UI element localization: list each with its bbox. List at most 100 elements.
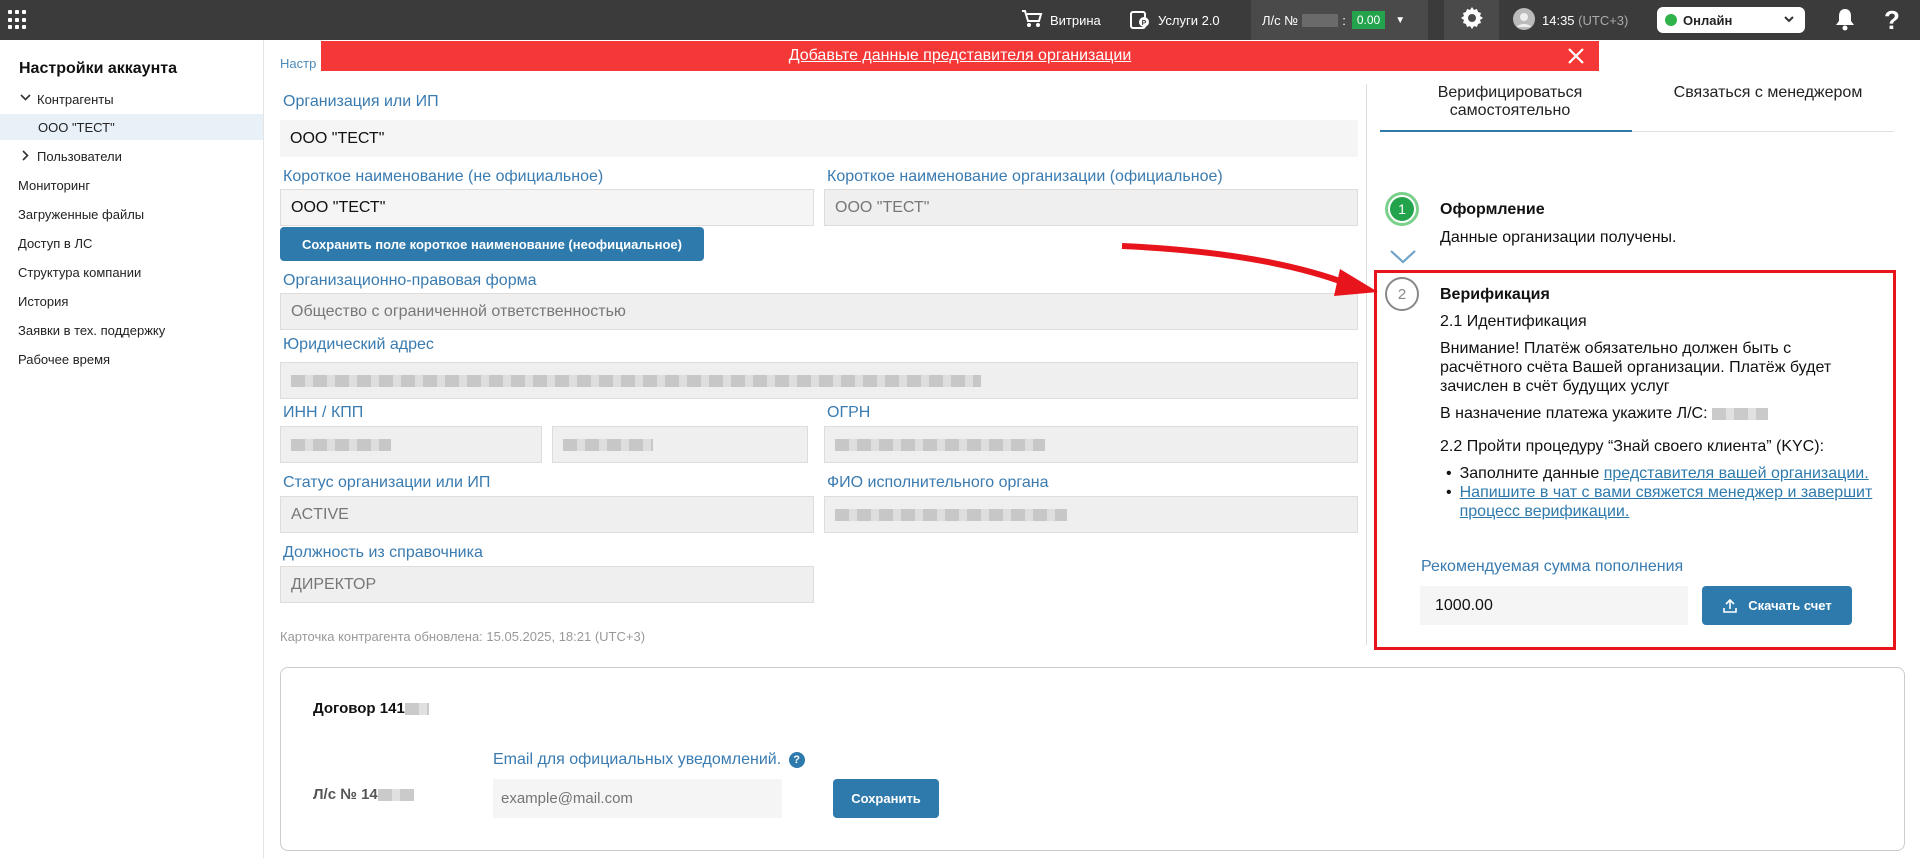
payment-purpose-text: В назначение платежа укажите Л/С: xyxy=(1440,405,1708,422)
active-tab-indicator xyxy=(1380,130,1632,132)
upload-icon xyxy=(1723,598,1738,613)
save-short-name-button[interactable]: Сохранить поле короткое наименование (не… xyxy=(280,227,704,261)
sidebar-item-worktime[interactable]: Рабочее время xyxy=(0,346,263,372)
help-icon: ? xyxy=(1884,4,1900,35)
sidebar-item-label: Рабочее время xyxy=(18,351,111,367)
contract-title-text: Договор 141 xyxy=(313,700,405,717)
breadcrumb[interactable]: Настр xyxy=(280,56,316,71)
invoice-button-label: Скачать счет xyxy=(1748,598,1832,613)
sidebar-item-files[interactable]: Загруженные файлы xyxy=(0,201,263,227)
amount-input[interactable]: 1000.00 xyxy=(1420,586,1688,625)
arrow-annotation-icon xyxy=(1121,243,1378,296)
email-label: Email для официальных уведомлений. ? xyxy=(493,751,805,769)
bell-icon xyxy=(1834,7,1856,34)
sidebar-item-structure[interactable]: Структура компании xyxy=(0,259,263,285)
tab-self-verify[interactable]: Верифицироваться самостоятельно xyxy=(1420,84,1600,120)
bullet-icon: • xyxy=(1446,465,1452,482)
step2-identification: 2.1 Идентификация xyxy=(1440,313,1587,330)
email-label-text: Email для официальных уведомлений. xyxy=(493,751,782,768)
position-value: ДИРЕКТОР xyxy=(291,575,377,593)
help-circle-icon[interactable]: ? xyxy=(788,751,805,768)
step1-circle: 1 xyxy=(1385,192,1419,226)
org-label: Организация или ИП xyxy=(283,93,439,110)
balance-badge: 0.00 xyxy=(1351,11,1386,29)
list-item: • Заполните данные представителя вашей о… xyxy=(1446,464,1876,483)
chat-manager-link[interactable]: Напишите в чат с вами свяжется менеджер … xyxy=(1460,483,1876,521)
user-clock[interactable]: 14:35 (UTC+3) xyxy=(1513,0,1628,40)
address-label: Юридический адрес xyxy=(283,336,434,353)
account-selector[interactable]: Л/с № : 0.00 ▼ xyxy=(1251,0,1428,40)
download-invoice-button[interactable]: Скачать счет xyxy=(1702,586,1852,625)
sidebar-item-users[interactable]: Пользователи xyxy=(0,143,263,169)
chevron-down-icon xyxy=(1783,13,1795,28)
sidebar-item-monitoring[interactable]: Мониторинг xyxy=(0,172,263,198)
short-name-label: Короткое наименование (не официальное) xyxy=(283,168,604,185)
clock-timezone: (UTC+3) xyxy=(1578,12,1629,28)
tab-contact-manager[interactable]: Связаться с менеджером xyxy=(1652,84,1884,102)
tabs-divider xyxy=(1632,131,1894,132)
position-field: ДИРЕКТОР xyxy=(280,566,814,603)
step2-title: Верификация xyxy=(1440,286,1550,303)
gear-icon xyxy=(1460,6,1484,35)
help-button[interactable]: ? xyxy=(1884,0,1900,40)
legal-form-value: Общество с ограниченной ответственностью xyxy=(291,302,626,320)
sidebar-item-access[interactable]: Доступ в ЛС xyxy=(0,230,263,256)
legal-form-label: Организационно-правовая форма xyxy=(283,272,537,289)
address-masked xyxy=(291,374,981,387)
notifications-button[interactable] xyxy=(1834,0,1856,40)
apps-grid-icon[interactable] xyxy=(8,10,28,30)
clock-time: 14:35 xyxy=(1542,12,1575,28)
ogrn-field xyxy=(824,426,1358,463)
short-name-value: ООО "ТЕСТ" xyxy=(291,198,386,216)
kyc-bullets: • Заполните данные представителя вашей о… xyxy=(1446,464,1876,521)
svg-text:P: P xyxy=(1142,20,1147,27)
head-label: ФИО исполнительного органа xyxy=(827,474,1049,491)
account-colon: : xyxy=(1342,12,1346,28)
services-label: Услуги 2.0 xyxy=(1158,12,1220,28)
address-field xyxy=(280,362,1358,399)
org-field: ООО "ТЕСТ" xyxy=(280,120,1358,157)
divider xyxy=(1366,84,1367,645)
sidebar-item-support[interactable]: Заявки в тех. поддержку xyxy=(0,317,263,343)
settings-button[interactable] xyxy=(1444,0,1499,40)
services-link[interactable]: P Услуги 2.0 xyxy=(1129,0,1220,40)
email-input[interactable] xyxy=(493,779,782,818)
services-icon: P xyxy=(1129,8,1151,33)
position-label: Должность из справочника xyxy=(283,544,483,561)
step1-number: 1 xyxy=(1390,197,1414,221)
save-email-button[interactable]: Сохранить xyxy=(833,779,939,818)
head-masked xyxy=(835,508,1067,521)
chevron-down-icon xyxy=(1390,250,1416,264)
head-field xyxy=(824,496,1358,533)
org-status-label: Статус организации или ИП xyxy=(283,474,491,491)
inn-masked xyxy=(291,438,391,451)
contract-account-text: Л/с № 14 xyxy=(313,786,378,803)
sidebar-item-org[interactable]: ООО "ТЕСТ" xyxy=(0,114,263,140)
vitrina-link[interactable]: Витрина xyxy=(1021,0,1101,40)
step1-text: Данные организации получены. xyxy=(1440,229,1677,246)
kpp-masked xyxy=(563,438,653,451)
step2-circle: 2 xyxy=(1385,277,1419,311)
contract-account: Л/с № 14 xyxy=(313,785,414,804)
representative-link[interactable]: представителя вашей организации. xyxy=(1604,465,1869,482)
alert-link[interactable]: Добавьте данные представителя организаци… xyxy=(789,47,1132,65)
bullet-icon: • xyxy=(1446,484,1452,501)
official-short-label: Короткое наименование организации (офици… xyxy=(827,168,1223,185)
amount-value: 1000.00 xyxy=(1435,596,1493,614)
status-select[interactable]: Онлайн xyxy=(1657,7,1805,33)
top-bar: Витрина P Услуги 2.0 Л/с № : 0.00 ▼ 14:3… xyxy=(0,0,1920,40)
legal-form-field: Общество с ограниченной ответственностью xyxy=(280,293,1358,330)
sidebar-item-history[interactable]: История xyxy=(0,288,263,314)
ogrn-masked xyxy=(835,438,1045,451)
cart-icon xyxy=(1021,9,1043,32)
org-value: ООО "ТЕСТ" xyxy=(290,129,385,147)
sidebar: Настройки аккаунта Контрагенты ООО "ТЕСТ… xyxy=(0,40,264,858)
sidebar-title: Настройки аккаунта xyxy=(19,60,177,77)
short-name-input[interactable]: ООО "ТЕСТ" xyxy=(280,189,814,226)
sidebar-item-counterparties[interactable]: Контрагенты xyxy=(0,86,263,112)
online-dot-icon xyxy=(1665,14,1677,26)
account-number-masked xyxy=(377,789,414,802)
close-icon[interactable] xyxy=(1567,47,1585,70)
sidebar-item-label: Заявки в тех. поддержку xyxy=(18,322,166,338)
official-short-value: ООО "ТЕСТ" xyxy=(835,198,930,216)
